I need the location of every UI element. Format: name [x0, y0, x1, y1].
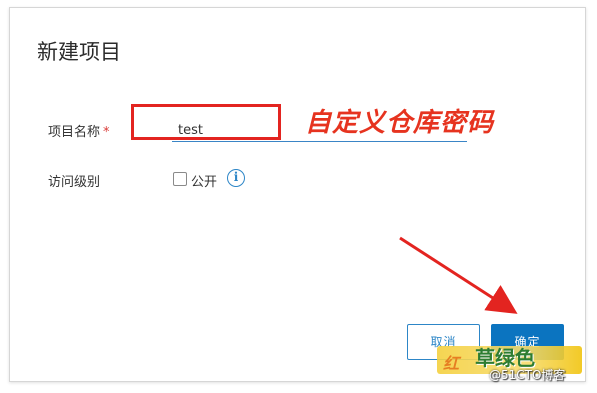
- required-mark: *: [103, 125, 110, 140]
- access-level-label: 访问级别: [48, 175, 101, 190]
- public-checkbox-label[interactable]: 公开: [191, 171, 217, 190]
- annotation-text: 自定义仓库密码: [305, 108, 495, 138]
- public-checkbox[interactable]: [173, 172, 187, 186]
- info-icon[interactable]: i: [227, 169, 245, 187]
- project-name-label-text: 项目名称: [48, 125, 101, 140]
- project-name-label: 项目名称 *: [48, 121, 110, 140]
- dialog-title: 新建项目: [37, 40, 121, 64]
- ok-button[interactable]: 确定: [491, 324, 564, 360]
- new-project-dialog: 新建项目 项目名称* 访问级别 公开 i 取消 确定: [9, 7, 586, 382]
- cancel-button[interactable]: 取消: [407, 324, 480, 360]
